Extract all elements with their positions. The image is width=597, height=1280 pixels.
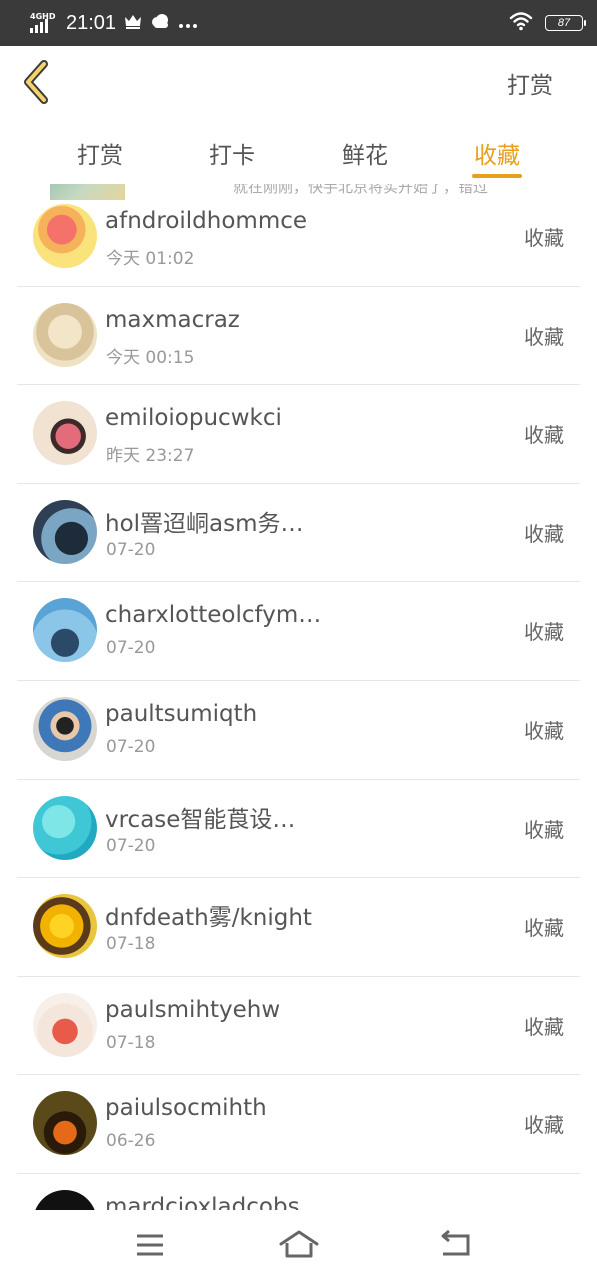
home-button[interactable] [278, 1228, 319, 1264]
more-icon [178, 14, 198, 33]
action-label: 收藏 [524, 324, 564, 349]
reward-button[interactable]: 打赏 [507, 66, 553, 100]
avatar [33, 598, 97, 663]
list-item[interactable]: paiulsocmihth 06-26 收藏 [17, 1075, 580, 1174]
list-item[interactable]: paulsmihtyehw 07-18 收藏 [17, 977, 580, 1076]
timestamp: 昨天 23:27 [106, 446, 195, 467]
status-right: 87 [509, 11, 586, 35]
list-item[interactable]: mardcioxladcobs [17, 1174, 580, 1210]
tab-favorites-label: 收藏 [474, 143, 520, 169]
avatar [33, 302, 97, 367]
user-name: afndroildhommce [105, 208, 308, 234]
tab-bar: 打赏 打卡 鲜花 收藏 [0, 118, 597, 185]
avatar [33, 696, 97, 761]
action-label: 收藏 [524, 521, 564, 546]
wifi-icon [509, 11, 533, 35]
user-name: hol罯迢峒asm务… [105, 510, 304, 537]
avatar [33, 204, 97, 268]
home-icon [279, 1230, 319, 1258]
status-bar: 4GHD 21:01 87 [0, 0, 597, 46]
user-name: paulsmihtyehw [105, 996, 281, 1023]
action-label: 收藏 [524, 1014, 564, 1039]
user-name: paiulsocmihth [105, 1095, 267, 1122]
weather-icon [150, 13, 170, 33]
avatar [33, 401, 97, 466]
list-item[interactable]: emiloiopucwkci 昨天 23:27 收藏 [17, 385, 580, 484]
status-left: 4GHD 21:01 [30, 12, 198, 35]
timestamp: 今天 01:02 [106, 249, 195, 269]
list-item[interactable]: vrcase智能莨设… 07-20 收藏 [17, 780, 580, 879]
list-item[interactable]: maxmacraz 今天 00:15 收藏 [17, 287, 580, 386]
action-label: 收藏 [524, 718, 564, 743]
action-label: 收藏 [524, 423, 564, 448]
menu-icon [137, 1234, 163, 1256]
favorites-list: afndroildhommce 今天 01:02 收藏 maxmacraz 今天… [17, 188, 580, 1210]
list-item[interactable]: hol罯迢峒asm务… 07-20 收藏 [17, 484, 580, 583]
list-item[interactable]: afndroildhommce 今天 01:02 收藏 [17, 188, 580, 287]
action-label: 收藏 [524, 1113, 564, 1138]
avatar [33, 499, 97, 564]
timestamp: 07-20 [106, 835, 156, 856]
battery-icon: 87 [545, 15, 586, 31]
menu-button[interactable] [130, 1228, 170, 1264]
back-button[interactable] [16, 60, 60, 104]
chevron-left-icon [24, 60, 48, 104]
user-name: charxlotteolcfym… [105, 602, 322, 629]
action-label: 收藏 [524, 817, 564, 842]
timestamp: 07-20 [106, 539, 156, 560]
status-time: 21:01 [66, 11, 117, 34]
battery-level: 87 [557, 17, 571, 29]
user-name: mardcioxladcobs [105, 1193, 300, 1210]
action-label: 收藏 [524, 916, 564, 941]
user-name: dnfdeath雾/knight [105, 905, 312, 932]
signal-icon: 4GHD [30, 12, 58, 34]
user-name: vrcase智能莨设… [105, 806, 296, 833]
list-item[interactable]: dnfdeath雾/knight 07-18 收藏 [17, 878, 580, 977]
avatar [33, 992, 97, 1057]
user-name: emiloiopucwkci [105, 405, 282, 432]
back-nav-button[interactable] [435, 1228, 475, 1264]
avatar [33, 894, 97, 959]
timestamp: 07-18 [106, 934, 156, 955]
action-label: 收藏 [524, 226, 564, 250]
list-item[interactable]: paultsumiqth 07-20 收藏 [17, 681, 580, 780]
avatar [33, 795, 97, 860]
crown-icon [124, 13, 142, 33]
tab-reward[interactable]: 打赏 [77, 136, 123, 170]
timestamp: 07-18 [106, 1032, 156, 1053]
timestamp: 07-20 [106, 638, 156, 659]
user-name: paultsumiqth [105, 700, 258, 727]
app-header: 打赏 [0, 46, 597, 118]
timestamp: 07-20 [106, 736, 156, 757]
back-icon [441, 1229, 470, 1256]
timestamp: 06-26 [106, 1131, 156, 1152]
system-navigation-bar [0, 1210, 597, 1280]
active-tab-indicator [472, 174, 522, 178]
user-name: maxmacraz [105, 306, 240, 333]
avatar [33, 1189, 97, 1210]
tab-checkin[interactable]: 打卡 [209, 136, 255, 170]
tab-flowers[interactable]: 鲜花 [342, 136, 388, 170]
list-item[interactable]: charxlotteolcfym… 07-20 收藏 [17, 582, 580, 681]
action-label: 收藏 [524, 620, 564, 645]
avatar [33, 1091, 97, 1156]
tab-favorites[interactable]: 收藏 [472, 136, 522, 178]
timestamp: 今天 00:15 [106, 347, 195, 368]
